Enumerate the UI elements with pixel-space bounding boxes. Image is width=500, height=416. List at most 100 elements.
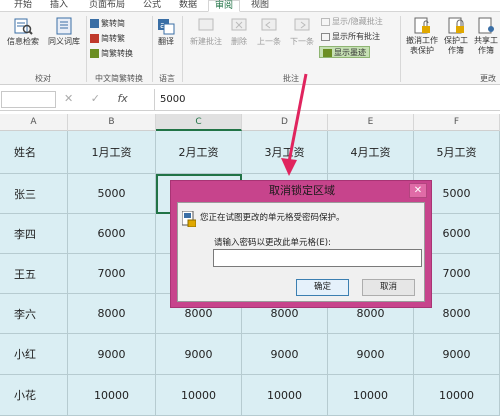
tab-review[interactable]: 审阅 [208,0,240,12]
next-label: 下一条 [290,37,314,46]
share-workbook-label: 共享工作簿 [474,36,498,55]
column-header-selected[interactable]: C [156,114,242,131]
group-label-changes: 更改 [480,74,496,83]
comment-icon [321,17,330,26]
previous-icon [261,18,277,31]
group-label-proofing: 校对 [35,74,51,83]
tab-page-layout[interactable]: 页面布局 [84,0,130,12]
password-label: 请输入密码以更改此单元格(E): [214,238,331,248]
protected-sheet-icon [182,211,196,227]
to-simplified-label: 简转繁 [101,34,125,43]
header-cell[interactable]: 2月工资 [156,131,242,174]
formula-bar-buttons: ✕ ✓ fx [64,92,128,105]
convert-icon [90,19,99,28]
insert-function-icon[interactable]: fx [117,92,127,105]
name-cell[interactable]: 小红 [0,334,68,375]
tab-view[interactable]: 视图 [246,0,274,12]
delete-label: 删除 [231,37,247,46]
cancel-edit-icon[interactable]: ✕ [64,92,73,105]
salary-cell[interactable]: 9000 [68,334,156,375]
share-workbook-button[interactable]: 共享工作簿 [472,16,500,56]
name-cell[interactable]: 张三 [0,174,68,214]
cancel-button[interactable]: 取消 [362,279,415,296]
header-cell[interactable]: 4月工资 [328,131,414,174]
show-hide-label: 显示/隐藏批注 [332,17,383,26]
salary-cell[interactable]: 5000 [68,174,156,214]
salary-cell[interactable]: 10000 [242,375,328,416]
salary-cell[interactable]: 10000 [414,375,500,416]
name-cell[interactable]: 王五 [0,254,68,294]
unprotect-sheet-label: 撤消工作表保护 [406,36,438,55]
salary-cell[interactable]: 6000 [68,214,156,254]
tab-home[interactable]: 开始 [8,0,38,12]
show-all-comments-button[interactable]: 显示所有批注 [321,31,380,43]
unlock-sheet-icon [414,17,430,34]
column-header[interactable]: E [328,114,414,131]
to-traditional-button[interactable]: 繁转简 [90,18,125,30]
comments-icon [321,32,330,41]
name-box[interactable] [1,91,56,108]
convert-icon [90,34,99,43]
pen-icon [323,48,332,57]
salary-cell[interactable]: 9000 [156,334,242,375]
ribbon: 信息检索 同义词库 校对 繁转简 简转繁 简繁转换 中文简繁转换 a 翻译 语言… [0,12,500,85]
name-cell[interactable]: 李六 [0,294,68,334]
show-ink-button[interactable]: 显示墨迹 [319,46,370,58]
group-label-chinese: 中文简繁转换 [95,74,143,83]
salary-cell[interactable]: 7000 [68,254,156,294]
password-input[interactable] [213,249,422,267]
tab-formulas[interactable]: 公式 [138,0,166,12]
salary-cell[interactable]: 10000 [156,375,242,416]
formula-bar: ✕ ✓ fx 5000 [0,89,500,111]
show-ink-label: 显示墨迹 [334,48,366,57]
to-traditional-label: 繁转简 [101,19,125,28]
column-header[interactable]: B [68,114,156,131]
delete-icon [231,18,247,31]
previous-comment-button[interactable]: 上一条 [253,16,285,47]
dialog-message: 您正在试图更改的单元格受密码保护。 [200,213,345,223]
tab-insert[interactable]: 插入 [44,0,74,12]
new-comment-button[interactable]: 新建批注 [185,16,227,47]
close-icon[interactable]: ✕ [409,183,427,198]
column-header[interactable]: D [242,114,328,131]
new-comment-icon [198,18,214,31]
name-cell[interactable]: 李四 [0,214,68,254]
header-cell[interactable]: 姓名 [0,131,68,174]
column-header[interactable]: A [0,114,68,131]
header-cell[interactable]: 5月工资 [414,131,500,174]
unprotect-sheet-button[interactable]: 撤消工作表保护 [404,16,440,56]
header-cell[interactable]: 1月工资 [68,131,156,174]
share-workbook-icon [478,17,494,34]
formula-input[interactable]: 5000 [154,89,500,110]
confirm-edit-icon[interactable]: ✓ [91,92,100,105]
column-header[interactable]: F [414,114,500,131]
name-cell[interactable]: 小花 [0,375,68,416]
ok-button[interactable]: 确定 [296,279,349,296]
delete-comment-button[interactable]: 删除 [227,16,251,47]
new-comment-label: 新建批注 [190,37,222,46]
salary-cell[interactable]: 10000 [328,375,414,416]
dictionary-icon [56,17,72,35]
to-simplified-button[interactable]: 简转繁 [90,33,125,45]
protect-workbook-label: 保护工作簿 [444,36,468,55]
research-button[interactable]: 信息检索 [3,16,43,47]
translate-icon: a [158,19,175,35]
ribbon-tabs: 开始 插入 页面布局 公式 数据 审阅 视图 [0,0,500,12]
salary-cell[interactable]: 8000 [68,294,156,334]
convert-icon [90,49,99,58]
convert-button[interactable]: 简繁转换 [90,48,133,60]
protect-workbook-button[interactable]: 保护工作簿 [441,16,471,56]
salary-cell[interactable]: 9000 [328,334,414,375]
next-comment-button[interactable]: 下一条 [286,16,318,47]
thesaurus-label: 同义词库 [48,37,80,46]
salary-cell[interactable]: 9000 [242,334,328,375]
translate-label: 翻译 [158,37,174,46]
translate-button[interactable]: a 翻译 [154,16,178,47]
salary-cell[interactable]: 9000 [414,334,500,375]
show-hide-comment-button[interactable]: 显示/隐藏批注 [321,16,383,28]
tab-data[interactable]: 数据 [174,0,202,12]
salary-cell[interactable]: 10000 [68,375,156,416]
header-cell[interactable]: 3月工资 [242,131,328,174]
thesaurus-button[interactable]: 同义词库 [44,16,84,47]
group-label-language: 语言 [159,74,175,83]
